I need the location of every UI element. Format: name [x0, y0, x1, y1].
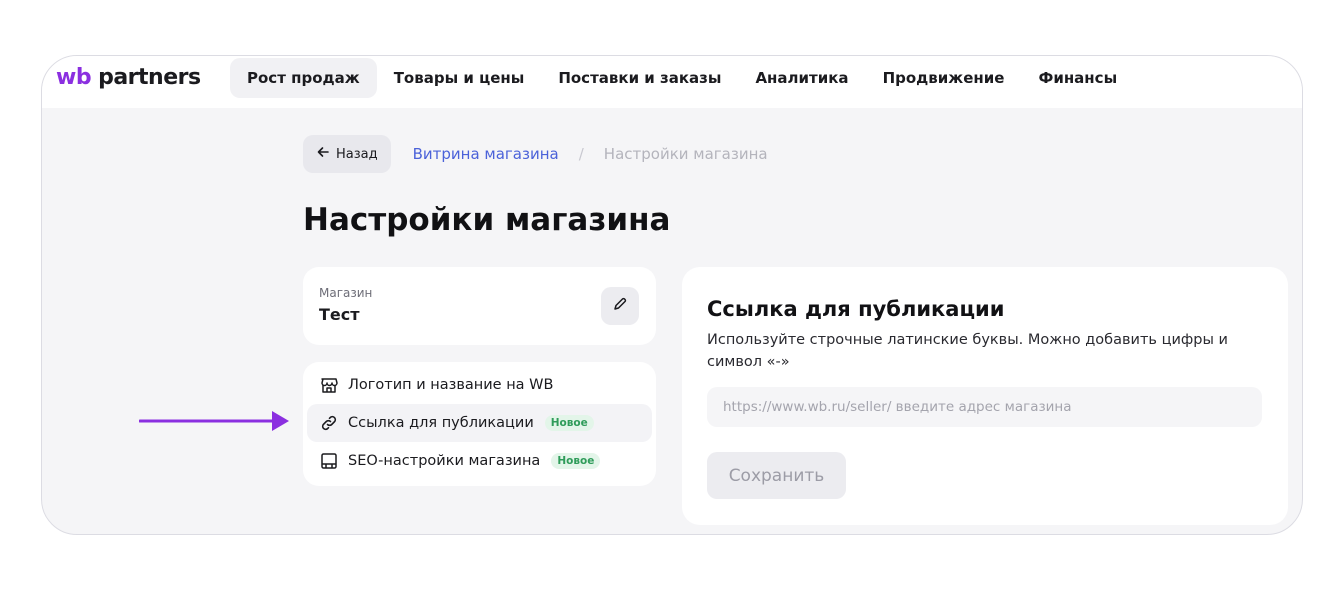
logo-wb-text: wb [56, 65, 92, 90]
menu-item-publication-link[interactable]: Ссылка для публикации Новое [307, 404, 652, 442]
wb-partners-logo[interactable]: wb partners [56, 65, 201, 90]
purple-arrow-annotation [139, 411, 289, 431]
arrow-left-icon [316, 145, 330, 163]
page-title: Настройки магазина [303, 202, 671, 238]
new-badge: Новое [544, 415, 594, 431]
panel-description: Используйте строчные латинские буквы. Мо… [707, 332, 1228, 370]
menu-item-seo-settings[interactable]: SEO-настройки магазина Новое [307, 442, 652, 480]
app-window: wb partners Рост продаж Товары и цены По… [41, 55, 1303, 535]
shop-icon [319, 375, 339, 395]
panel-title: Ссылка для публикации [707, 297, 1005, 321]
store-url-input[interactable] [707, 387, 1262, 427]
store-card: Магазин Тест [303, 267, 656, 345]
back-button-label: Назад [336, 146, 378, 162]
breadcrumb-current: Настройки магазина [603, 145, 768, 163]
store-label: Магазин [319, 286, 373, 300]
new-badge: Новое [551, 453, 601, 469]
save-button[interactable]: Сохранить [707, 452, 846, 499]
back-button[interactable]: Назад [303, 135, 391, 173]
menu-item-logo-name[interactable]: Логотип и название на WB [307, 366, 652, 404]
breadcrumb-parent-link[interactable]: Витрина магазина [413, 145, 559, 163]
logo-partners-text: partners [98, 65, 201, 90]
breadcrumb: Назад Витрина магазина / Настройки магаз… [303, 135, 768, 173]
store-name: Тест [319, 305, 360, 324]
breadcrumb-separator: / [578, 145, 584, 163]
settings-menu: Логотип и название на WB Ссылка для публ… [303, 362, 656, 486]
top-navigation-bar: wb partners Рост продаж Товары и цены По… [42, 56, 1302, 108]
nav-item-finance[interactable]: Финансы [1021, 58, 1134, 98]
nav-item-supplies-orders[interactable]: Поставки и заказы [541, 58, 738, 98]
edit-store-button[interactable] [601, 287, 639, 325]
menu-item-label: SEO-настройки магазина [348, 453, 541, 469]
link-icon [319, 413, 339, 433]
nav-item-analytics[interactable]: Аналитика [738, 58, 865, 98]
menu-item-label: Ссылка для публикации [348, 415, 534, 431]
menu-item-label: Логотип и название на WB [348, 377, 554, 393]
main-nav: Рост продаж Товары и цены Поставки и зак… [230, 58, 1134, 98]
nav-item-sales-growth[interactable]: Рост продаж [230, 58, 377, 98]
pencil-icon [612, 296, 628, 316]
nav-item-promotion[interactable]: Продвижение [866, 58, 1022, 98]
nav-item-products-prices[interactable]: Товары и цены [377, 58, 542, 98]
publication-link-panel: Ссылка для публикации Используйте строчн… [682, 267, 1288, 525]
layout-icon [319, 451, 339, 471]
